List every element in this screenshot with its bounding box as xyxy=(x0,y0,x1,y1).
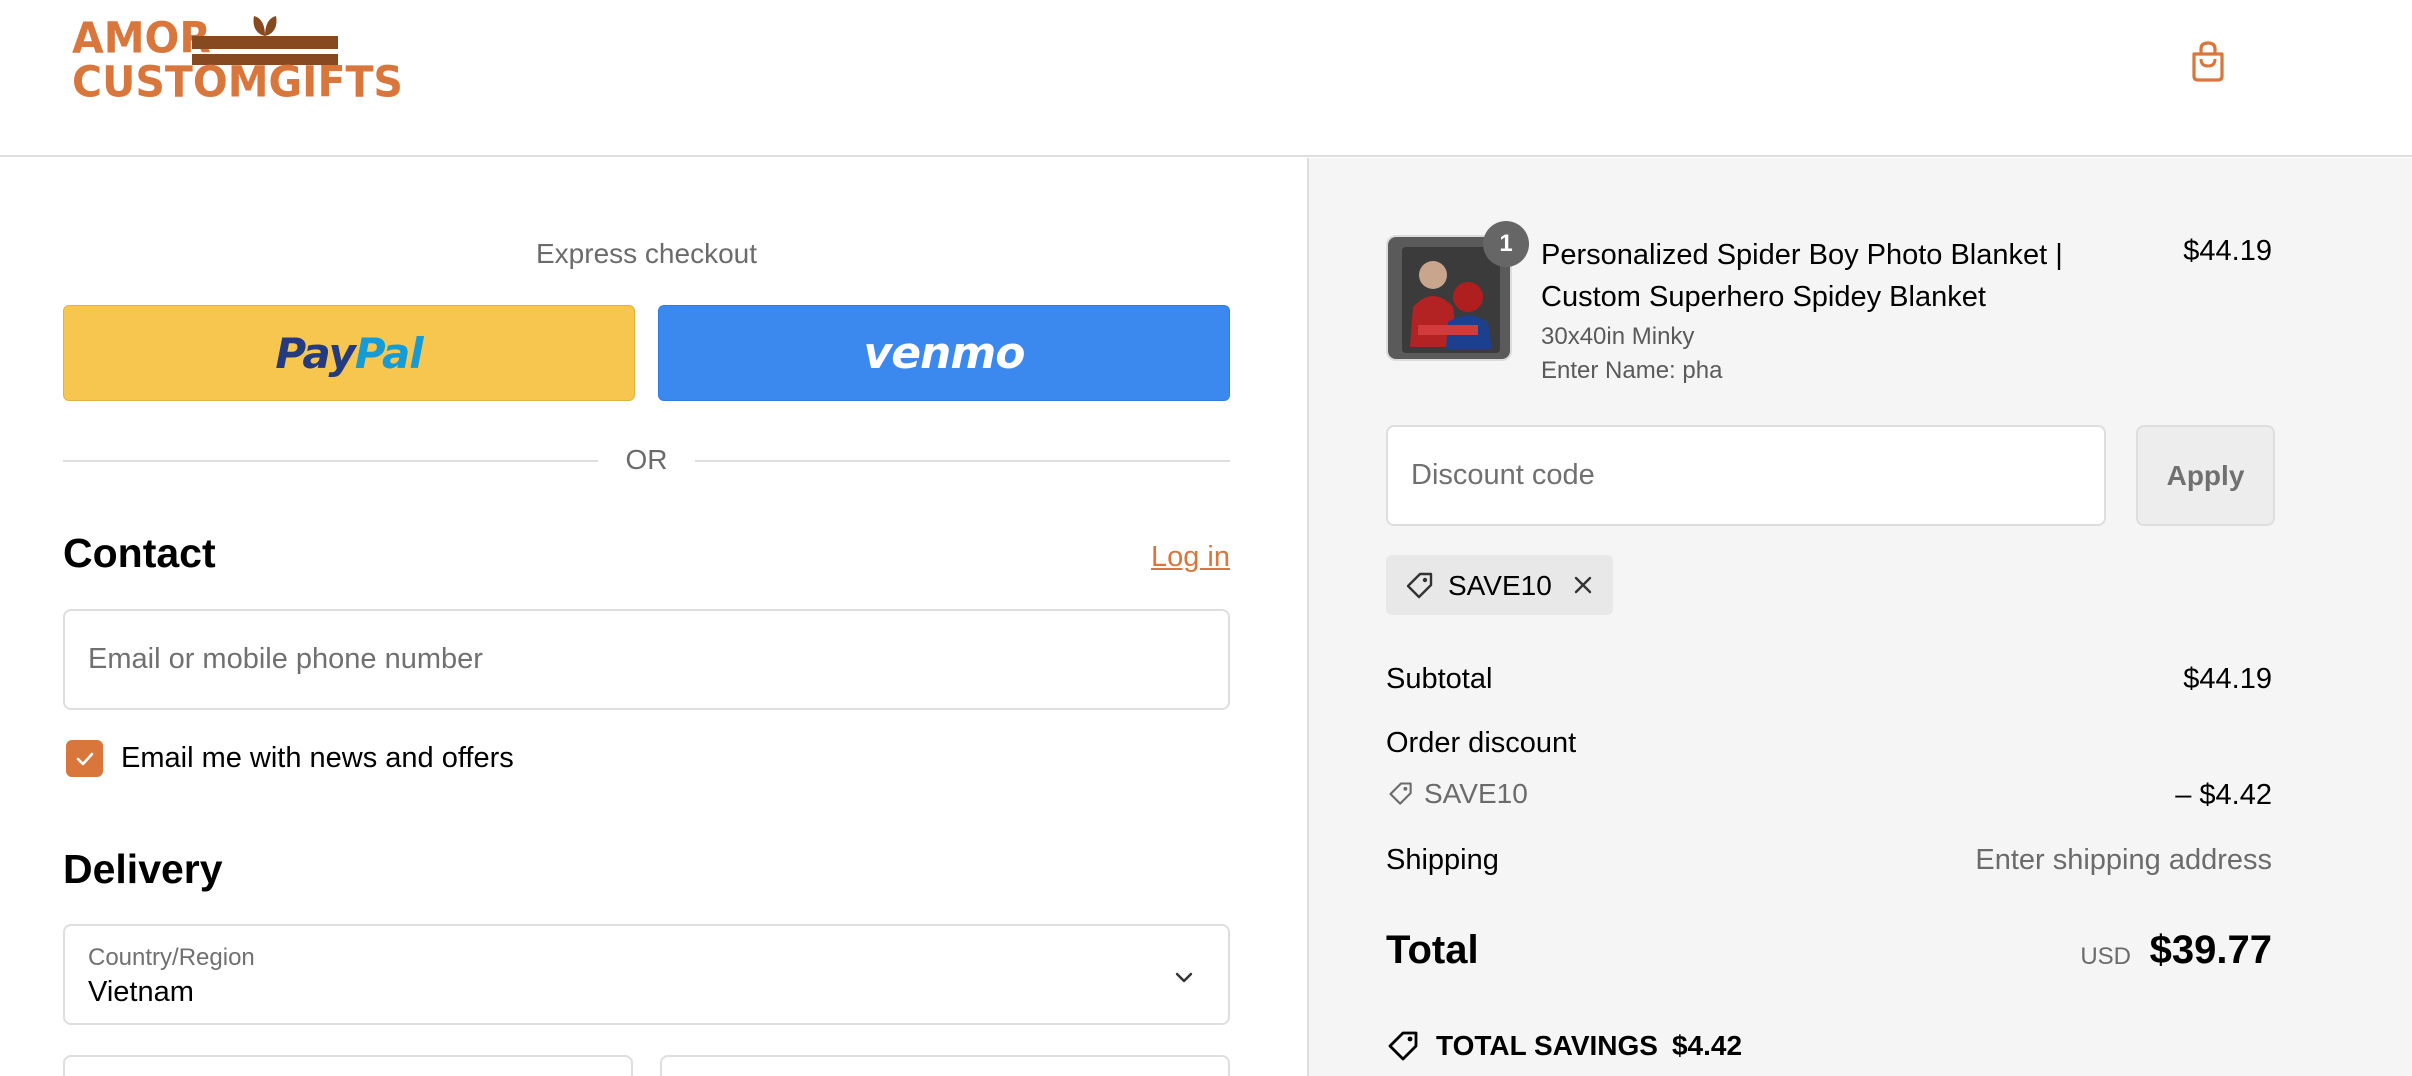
venmo-logo: venmo xyxy=(863,327,1026,379)
email-placeholder: Email or mobile phone number xyxy=(88,643,483,675)
product-variant: 30x40in Minky xyxy=(1541,323,1695,350)
newsletter-label: Email me with news and offers xyxy=(121,742,514,774)
shipping-label: Shipping xyxy=(1386,844,1499,876)
savings-tag-icon xyxy=(1388,1031,1418,1061)
discount-code-label: SAVE10 xyxy=(1424,778,1528,809)
discount-tag-icon xyxy=(1389,782,1412,805)
login-link[interactable]: Log in xyxy=(1151,541,1230,574)
email-field[interactable]: Email or mobile phone number xyxy=(63,609,1230,710)
brand-logo[interactable]: AMOR CUSTOMGIFTS xyxy=(72,12,403,106)
or-divider: OR xyxy=(63,440,1230,480)
total-value: $39.77 xyxy=(2149,928,2272,972)
venmo-button[interactable]: venmo xyxy=(658,305,1230,401)
leaf-icon xyxy=(253,16,277,36)
product-custom-name: Enter Name: pha xyxy=(1541,357,1723,384)
express-checkout-title: Express checkout xyxy=(536,238,757,269)
newsletter-checkbox[interactable] xyxy=(66,740,103,777)
applied-code-label: SAVE10 xyxy=(1448,570,1552,601)
subtotal-label: Subtotal xyxy=(1386,663,1493,695)
apply-discount-button[interactable]: Apply xyxy=(2136,425,2275,526)
shipping-value: Enter shipping address xyxy=(1975,844,2272,876)
shopping-bag-icon xyxy=(2192,41,2224,82)
quantity-badge: 1 xyxy=(1483,221,1529,267)
total-currency: USD xyxy=(2080,943,2131,970)
order-discount-label: Order discount xyxy=(1386,727,1577,759)
discount-placeholder: Discount code xyxy=(1411,459,1595,491)
paypal-button[interactable]: PayPal xyxy=(63,305,635,401)
product-price: $44.19 xyxy=(2183,235,2272,267)
country-select[interactable]: Country/Region Vietnam xyxy=(63,924,1230,1025)
delivery-heading: Delivery xyxy=(63,846,223,892)
chevron-down-icon xyxy=(1175,972,1193,983)
contact-heading: Contact xyxy=(63,530,216,576)
checkmark-icon xyxy=(76,752,93,765)
order-summary: 1 Personalized Spider Boy Photo Blanket … xyxy=(1307,158,2412,1076)
cart-button[interactable] xyxy=(2183,36,2233,86)
checkout-main: Express checkout PayPal venmo OR Contact… xyxy=(0,158,1307,1076)
discount-code-input[interactable]: Discount code xyxy=(1386,425,2106,526)
total-label: Total xyxy=(1386,928,1479,972)
country-label: Country/Region xyxy=(88,944,255,971)
remove-discount-button[interactable] xyxy=(1566,568,1600,602)
last-name-field[interactable] xyxy=(660,1055,1230,1076)
applied-discount-chip: SAVE10 xyxy=(1386,555,1613,615)
discount-value: – $4.42 xyxy=(2175,779,2272,811)
tag-icon xyxy=(1406,572,1433,599)
savings-label: TOTAL SAVINGS xyxy=(1436,1030,1658,1061)
first-name-field[interactable] xyxy=(63,1055,633,1076)
logo-line2: CUSTOMGIFTS xyxy=(72,56,403,108)
logo-line1: AMOR xyxy=(72,12,211,64)
total-savings: TOTAL SAVINGS $4.42 xyxy=(1386,1026,1742,1066)
subtotal-value: $44.19 xyxy=(2183,663,2272,695)
paypal-logo: PayPal xyxy=(275,328,423,378)
close-icon xyxy=(1574,576,1592,594)
site-header: AMOR CUSTOMGIFTS xyxy=(0,0,2412,157)
or-text: OR xyxy=(625,444,668,475)
product-title: Personalized Spider Boy Photo Blanket | … xyxy=(1541,239,2063,313)
country-value: Vietnam xyxy=(88,976,194,1008)
savings-value: $4.42 xyxy=(1671,1030,1743,1061)
